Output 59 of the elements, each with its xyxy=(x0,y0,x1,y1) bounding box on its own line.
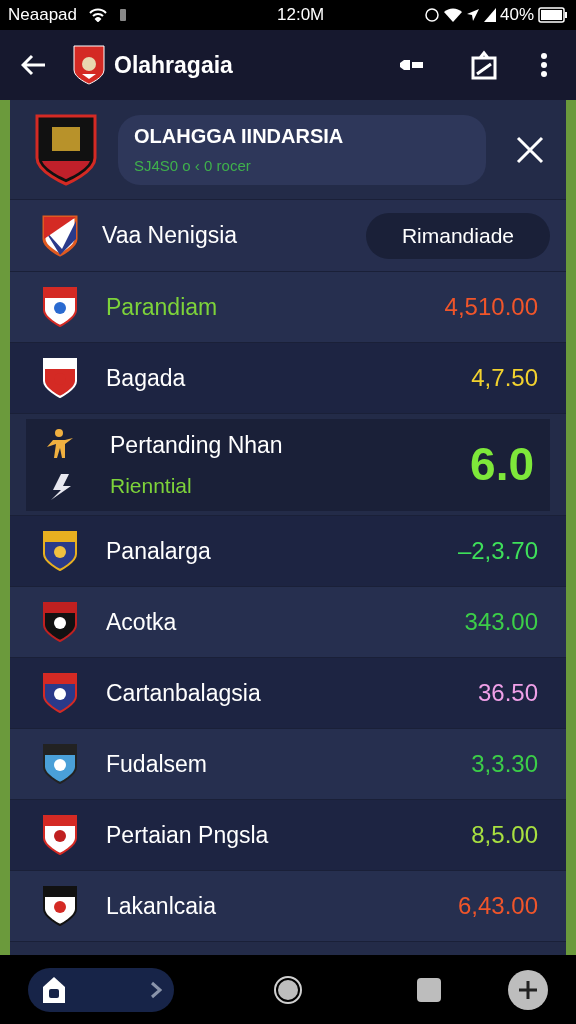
team-name: Bagada xyxy=(106,363,186,393)
filter-button[interactable]: Rimandiade xyxy=(365,212,550,259)
team-crest-icon xyxy=(42,885,78,927)
team-value: 4,510.00 xyxy=(444,292,538,322)
team-crest-icon xyxy=(42,814,78,856)
team-name: Pertaian Pngsla xyxy=(106,820,269,850)
team-crest-icon xyxy=(42,672,78,714)
home-circle-button[interactable] xyxy=(274,975,302,1004)
team-name: Lakanlcaia xyxy=(106,891,216,921)
app-title: Olahragaia xyxy=(114,50,233,80)
alarm-icon xyxy=(423,7,440,23)
home-button[interactable] xyxy=(28,967,174,1012)
crest-icon xyxy=(72,44,106,86)
team-crest-icon xyxy=(42,743,78,785)
more-icon xyxy=(540,52,548,78)
team-name: Parandiam xyxy=(106,292,218,322)
highlighted-row[interactable]: Pertanding Nhan Rienntial 6.0 xyxy=(26,418,550,511)
team-value: –2,3.70 xyxy=(457,536,538,566)
chevron-right-icon xyxy=(150,980,162,999)
clock-time: 12:0M xyxy=(277,4,325,27)
team-value: 6,43.00 xyxy=(457,891,538,921)
back-icon xyxy=(21,54,47,76)
team-value: 36.50 xyxy=(477,678,538,708)
carrier-name: Neaapad xyxy=(8,4,77,27)
filter-label: Vaa Nenigsia xyxy=(102,221,238,251)
recents-button[interactable] xyxy=(417,977,441,1002)
team-crest-icon xyxy=(42,601,78,643)
match-name: Pertanding Nhan xyxy=(110,430,283,460)
team-name: Acotka xyxy=(106,607,177,637)
team-crest-icon xyxy=(42,530,78,572)
home-icon xyxy=(40,974,68,1005)
battery-percent: 40% xyxy=(499,4,534,27)
image-edit-icon xyxy=(471,50,497,80)
team-crest-icon xyxy=(42,357,78,399)
wifi-icon xyxy=(443,8,462,22)
team-value: 4,7.50 xyxy=(471,363,538,393)
battery-icon xyxy=(538,7,568,23)
location-icon xyxy=(465,8,480,22)
team-value: 8,5.00 xyxy=(471,820,538,850)
match-score: 6.0 xyxy=(470,437,534,492)
team-name: Cartanbalagsia xyxy=(106,678,261,708)
plus-icon xyxy=(517,978,539,1001)
team-name: Panalarga xyxy=(106,536,211,566)
crest-icon xyxy=(34,112,98,187)
runner-icon xyxy=(45,427,75,460)
tag-icon xyxy=(400,59,424,71)
sim-icon xyxy=(119,8,127,22)
team-name: Fudalsem xyxy=(106,749,207,779)
team-value: 3,3.30 xyxy=(471,749,538,779)
wifi-icon xyxy=(89,8,107,22)
team-value: 343.00 xyxy=(464,607,538,637)
match-subtitle: Rienntial xyxy=(110,473,193,499)
close-icon xyxy=(516,135,544,164)
card-subtitle: SJ4S0 o ‹ 0 rocer xyxy=(134,156,252,177)
team-crest-icon xyxy=(42,286,78,328)
signal-icon xyxy=(483,8,496,22)
add-button[interactable] xyxy=(508,969,548,1010)
shield-icon xyxy=(42,214,78,257)
card-title: OLAHGGA IINDARSIA xyxy=(134,124,345,150)
